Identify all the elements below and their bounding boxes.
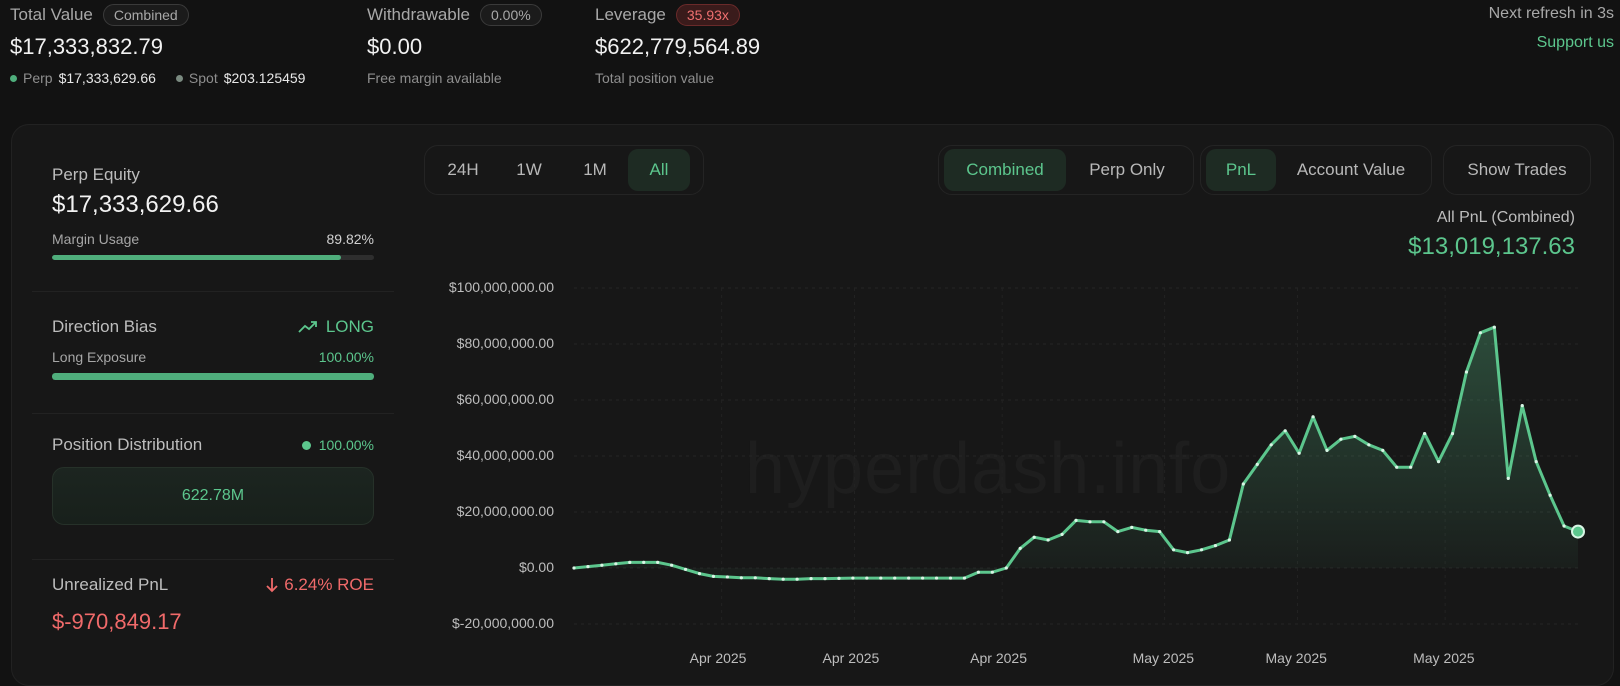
divider <box>32 413 394 414</box>
spot-value: $203.125459 <box>223 70 306 86</box>
spot-label: Spot <box>188 70 218 86</box>
direction-bias-label: Direction Bias <box>52 317 157 336</box>
metric-tabs: PnL Account Value <box>1200 145 1432 195</box>
combined-badge[interactable]: Combined <box>102 4 189 26</box>
long-exposure-fill <box>52 373 374 380</box>
perp-label: Perp <box>23 70 53 86</box>
perp-dot-icon <box>10 74 17 82</box>
show-trades-button[interactable]: Show Trades <box>1443 145 1591 195</box>
pnl-summary-label: All PnL (Combined) <box>1436 209 1575 226</box>
withdrawable-group: Withdrawable 0.00% $0.00 Free margin ava… <box>367 4 542 86</box>
position-distribution-label: Position Distribution <box>52 435 203 454</box>
tab-combined[interactable]: Combined <box>944 149 1066 191</box>
support-link[interactable]: Support us <box>1537 34 1614 52</box>
perp-equity-section: Perp Equity $17,333,629.66 Margin Usage … <box>52 165 374 260</box>
tab-perp-only[interactable]: Perp Only <box>1066 149 1188 191</box>
divider <box>32 559 394 560</box>
position-distribution-section: Position Distribution 100.00% 622.78M <box>52 435 374 525</box>
margin-usage-value: 89.82% <box>326 231 374 247</box>
withdrawable-label: Withdrawable <box>367 5 470 24</box>
position-distribution-box[interactable]: 622.78M <box>52 467 374 525</box>
total-value-group: Total Value Combined $17,333,832.79 Perp… <box>10 4 305 86</box>
margin-usage-fill <box>52 255 342 260</box>
position-dot-icon <box>301 440 311 450</box>
unrealized-pnl-value: $-970,849.17 <box>52 609 182 634</box>
pnl-summary-value: $13,019,137.63 <box>1408 233 1575 260</box>
tab-all[interactable]: All <box>628 149 690 191</box>
unrealized-pnl-section: Unrealized PnL 6.24% ROE $-970,849.17 <box>52 575 374 635</box>
position-distribution-box-value: 622.78M <box>181 487 245 504</box>
perp-equity-value: $17,333,629.66 <box>52 191 219 218</box>
margin-usage-label: Margin Usage <box>52 231 140 247</box>
perp-value: $17,333,629.66 <box>58 70 156 86</box>
tab-1w[interactable]: 1W <box>496 149 562 191</box>
tab-24h[interactable]: 24H <box>430 149 496 191</box>
long-exposure-bar <box>52 373 374 380</box>
unrealized-roe: 6.24% ROE <box>284 575 374 594</box>
leverage-label: Leverage <box>595 5 666 24</box>
withdrawable-sub: Free margin available <box>367 70 502 86</box>
divider <box>32 291 394 292</box>
direction-bias-section: Direction Bias LONG Long Exposure 100.00… <box>52 317 374 380</box>
tab-account-value[interactable]: Account Value <box>1276 149 1426 191</box>
leverage-sub: Total position value <box>595 70 715 86</box>
refresh-text: Next refresh in 3s <box>1488 5 1614 22</box>
total-value: $17,333,832.79 <box>10 34 163 59</box>
perp-equity-label: Perp Equity <box>52 165 140 184</box>
spot-dot-icon <box>175 74 183 82</box>
direction-bias-value: LONG <box>325 317 374 336</box>
long-exposure-value: 100.00% <box>318 349 374 365</box>
long-exposure-label: Long Exposure <box>52 349 147 365</box>
withdrawable-badge: 0.00% <box>480 4 542 26</box>
tab-pnl[interactable]: PnL <box>1206 149 1276 191</box>
tab-1m[interactable]: 1M <box>562 149 628 191</box>
show-trades-label: Show Trades <box>1467 160 1567 179</box>
range-tabs: 24H 1W 1M All <box>424 145 704 195</box>
margin-usage-bar <box>52 255 374 260</box>
trending-up-icon <box>298 321 317 333</box>
position-distribution-value: 100.00% <box>318 437 374 453</box>
leverage-badge: 35.93x <box>675 4 740 26</box>
total-value-label: Total Value <box>10 5 93 24</box>
leverage-group: Leverage 35.93x $622,779,564.89 Total po… <box>595 4 760 86</box>
main-panel: Perp Equity $17,333,629.66 Margin Usage … <box>11 124 1614 686</box>
unrealized-pnl-label: Unrealized PnL <box>52 575 169 594</box>
arrow-down-icon <box>266 578 278 593</box>
withdrawable-value: $0.00 <box>367 34 423 59</box>
mode-tabs: Combined Perp Only <box>938 145 1194 195</box>
leverage-value: $622,779,564.89 <box>595 34 761 59</box>
